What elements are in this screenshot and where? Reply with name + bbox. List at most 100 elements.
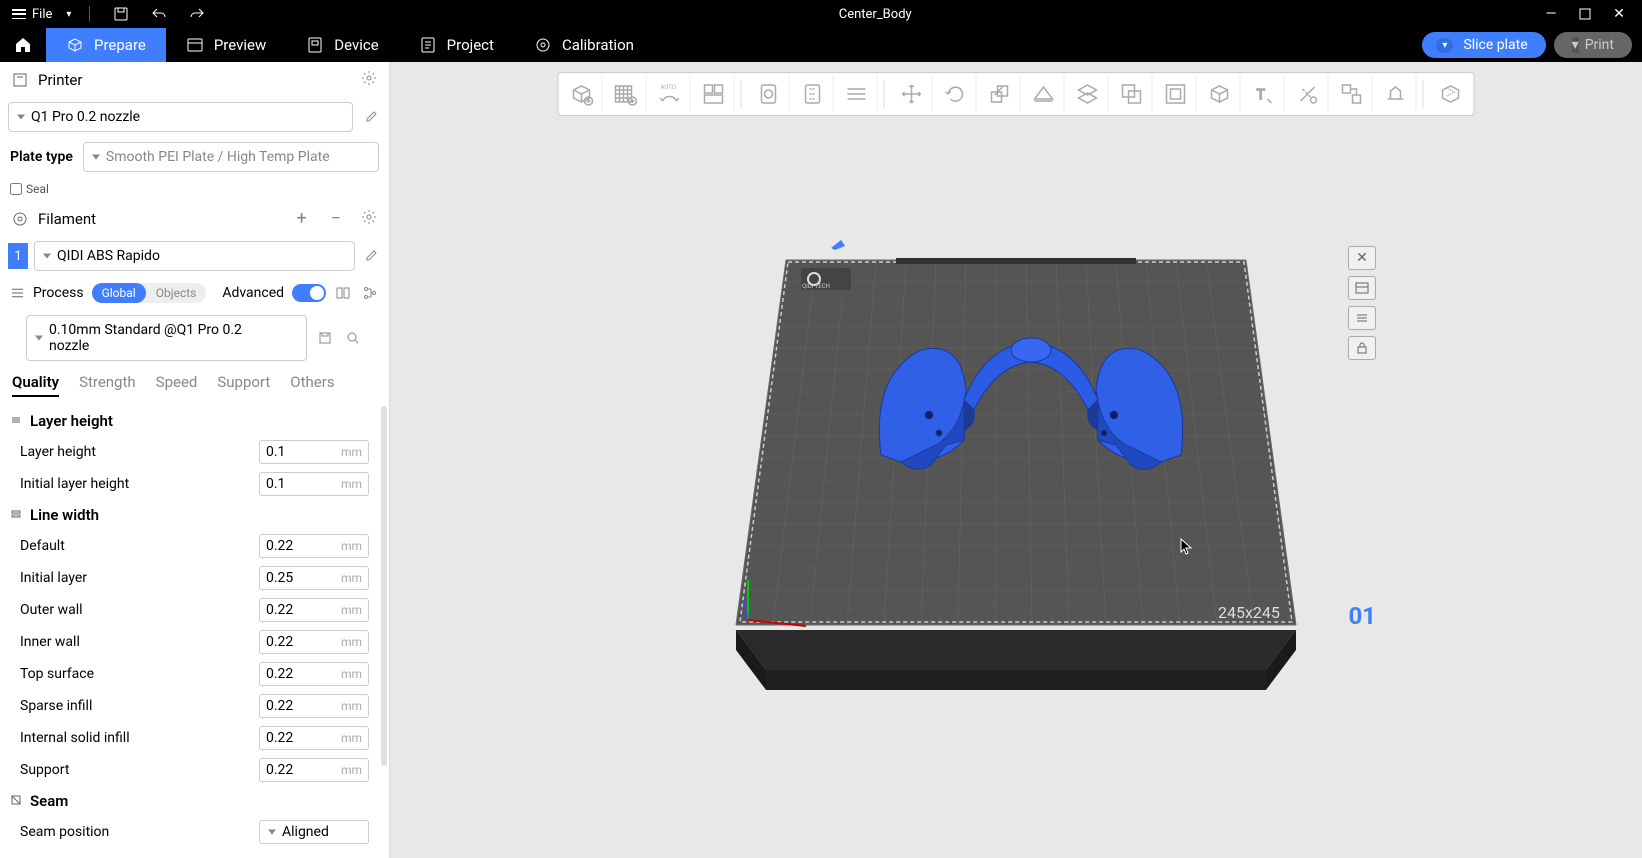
param-layer-height: Layer height mm <box>0 436 389 468</box>
inner-wall-lw-input[interactable]: mm <box>259 630 369 654</box>
tab-quality[interactable]: Quality <box>12 373 59 397</box>
close-icon[interactable]: ✕ <box>1610 5 1628 23</box>
viewport-3d[interactable]: AUTO T <box>390 62 1642 858</box>
tab-strength[interactable]: Strength <box>79 373 136 397</box>
plate-close-icon[interactable]: ✕ <box>1348 246 1376 270</box>
rotate-icon[interactable] <box>935 75 977 113</box>
plate-type-label: Plate type <box>10 149 73 165</box>
emboss-icon[interactable]: T <box>1243 75 1285 113</box>
print-dropdown-icon[interactable]: ▾ <box>1572 37 1579 53</box>
measure-icon[interactable] <box>1287 75 1329 113</box>
tab-device[interactable]: Device <box>286 28 398 62</box>
plate-type-select[interactable]: Smooth PEI Plate / High Temp Plate <box>83 142 379 172</box>
group-seam[interactable]: Seam <box>0 786 389 816</box>
slice-dropdown-icon[interactable]: ▾ <box>1436 38 1453 53</box>
process-preset-select[interactable]: 0.10mm Standard @Q1 Pro 0.2 nozzle <box>26 315 307 361</box>
scrollbar[interactable] <box>381 406 387 766</box>
flatten-icon[interactable] <box>1023 75 1065 113</box>
tab-home[interactable] <box>0 28 46 62</box>
group-layer-height[interactable]: Layer height <box>0 406 389 436</box>
assembly-icon[interactable] <box>1331 75 1373 113</box>
tab-preview[interactable]: Preview <box>166 28 286 62</box>
top-surface-lw-input[interactable]: mm <box>259 662 369 686</box>
tab-prepare[interactable]: Prepare <box>46 28 166 62</box>
printer-select[interactable]: Q1 Pro 0.2 nozzle <box>8 102 353 132</box>
sparse-infill-lw-input[interactable]: mm <box>259 694 369 718</box>
save-icon[interactable] <box>112 5 130 23</box>
tab-others[interactable]: Others <box>290 373 334 397</box>
support-painting-icon[interactable] <box>1155 75 1197 113</box>
tab-label: Prepare <box>94 36 146 54</box>
printer-header-label: Printer <box>38 71 82 89</box>
initial-layer-height-input[interactable]: mm <box>259 472 369 496</box>
seam-painting-icon[interactable] <box>1199 75 1241 113</box>
add-plate-icon[interactable] <box>605 75 647 113</box>
compare-icon[interactable] <box>334 283 353 303</box>
split-icon[interactable] <box>1067 75 1109 113</box>
advanced-toggle[interactable] <box>292 284 326 302</box>
internal-solid-lw-input[interactable]: mm <box>259 726 369 750</box>
edit-filament-icon[interactable] <box>361 246 381 266</box>
remove-filament-icon[interactable]: − <box>327 208 345 229</box>
default-lw-input[interactable]: mm <box>259 534 369 558</box>
plate-lock-icon[interactable] <box>1348 336 1376 360</box>
divider <box>89 6 90 22</box>
global-objects-toggle[interactable]: Global Objects <box>92 283 207 303</box>
process-header-label: Process <box>33 285 84 301</box>
process-section-header: Process Global Objects Advanced <box>0 275 389 311</box>
save-preset-icon[interactable] <box>315 328 335 348</box>
file-menu-label: File <box>32 7 52 22</box>
tab-speed[interactable]: Speed <box>156 373 198 397</box>
gear-icon[interactable] <box>361 70 377 90</box>
svg-text:AUTO: AUTO <box>660 84 675 91</box>
file-menu[interactable]: File ▾ <box>6 5 77 24</box>
undo-icon[interactable] <box>150 5 168 23</box>
collapse-icon <box>10 412 22 430</box>
plate-settings-icon[interactable] <box>1348 276 1376 300</box>
mesh-boolean-icon[interactable] <box>1111 75 1153 113</box>
filament-select[interactable]: QIDI ABS Rapido <box>34 241 355 271</box>
tab-calibration[interactable]: Calibration <box>514 28 654 62</box>
tab-label: Project <box>447 36 494 54</box>
auto-orient-icon[interactable]: AUTO <box>649 75 691 113</box>
print-button[interactable]: ▾ Print <box>1554 32 1632 58</box>
initial-lw-input[interactable]: mm <box>259 566 369 590</box>
settings-tree-icon[interactable] <box>360 283 379 303</box>
add-cube-icon[interactable] <box>561 75 603 113</box>
support-lw-input[interactable]: mm <box>259 758 369 782</box>
tab-label: Preview <box>214 36 266 54</box>
search-icon[interactable] <box>343 328 363 348</box>
process-icon <box>10 285 25 301</box>
gear-icon[interactable] <box>361 209 377 229</box>
tab-project[interactable]: Project <box>399 28 514 62</box>
text-icon[interactable] <box>836 75 878 113</box>
layer-height-input[interactable]: mm <box>259 440 369 464</box>
svg-text:QIDI TECH: QIDI TECH <box>802 283 830 290</box>
slice-button[interactable]: ▾ Slice plate <box>1422 32 1545 58</box>
variable-layer-icon[interactable] <box>748 75 790 113</box>
plate-list-icon[interactable] <box>1348 306 1376 330</box>
param-sparse-infill-lw: Sparse infill mm <box>0 690 389 722</box>
filament-color-swatch[interactable]: 1 <box>8 243 28 269</box>
slice-label: Slice plate <box>1463 37 1527 53</box>
assembly-view-icon[interactable] <box>1430 75 1472 113</box>
mesh-repair-icon[interactable] <box>1375 75 1417 113</box>
seal-checkbox[interactable] <box>10 183 22 195</box>
main-tabs: Prepare Preview Device Project Calibrati… <box>0 28 1642 62</box>
scale-icon[interactable] <box>979 75 1021 113</box>
filament-header-label: Filament <box>38 210 96 228</box>
add-filament-icon[interactable]: + <box>292 208 310 229</box>
param-outer-wall-lw: Outer wall mm <box>0 594 389 626</box>
redo-icon[interactable] <box>188 5 206 23</box>
move-icon[interactable] <box>891 75 933 113</box>
group-line-width[interactable]: Line width <box>0 500 389 530</box>
maximize-icon[interactable] <box>1576 5 1594 23</box>
arrange-icon[interactable] <box>693 75 735 113</box>
filament-section-header: Filament + − <box>0 200 389 237</box>
outer-wall-lw-input[interactable]: mm <box>259 598 369 622</box>
cut-icon[interactable] <box>792 75 834 113</box>
minimize-icon[interactable]: — <box>1542 5 1560 23</box>
edit-printer-icon[interactable] <box>361 107 381 127</box>
seam-position-select[interactable]: Aligned <box>259 820 369 844</box>
tab-support[interactable]: Support <box>217 373 270 397</box>
